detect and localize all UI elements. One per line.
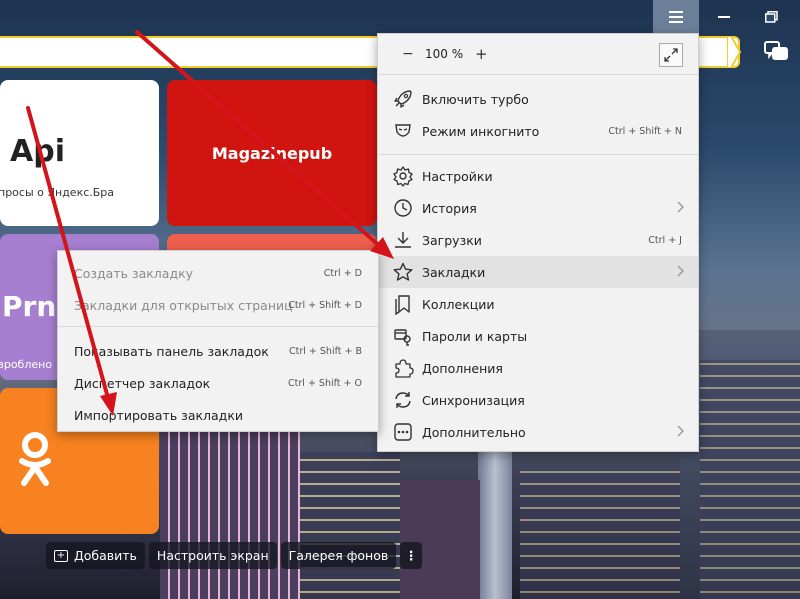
rocket-icon <box>394 90 412 108</box>
menu-item-settings[interactable]: Настройки <box>378 160 698 192</box>
zoom-level: 100 % <box>425 47 464 61</box>
menu-item-advanced[interactable]: Дополнительно <box>378 416 698 448</box>
menu-item-label: Синхронизация <box>422 393 525 408</box>
menu-item-label: Режим инкогнито <box>422 124 540 139</box>
fullscreen-icon <box>664 48 678 62</box>
feedback-icon[interactable] <box>763 38 789 64</box>
tile-caption: просы о Яндекс.Бра <box>0 186 115 199</box>
submenu-item-shortcut: Ctrl + Shift + O <box>288 378 362 389</box>
menu-item-passwords[interactable]: Пароли и карты <box>378 320 698 352</box>
submenu-item-label: Создать закладку <box>74 266 194 281</box>
menu-item-sync[interactable]: Синхронизация <box>378 384 698 416</box>
submenu-item-label: Диспетчер закладок <box>74 376 211 391</box>
menu-item-label: Включить турбо <box>422 92 529 107</box>
menu-item-shortcut: Ctrl + Shift + N <box>608 126 682 137</box>
odnoklassniki-logo-icon <box>19 432 51 486</box>
submenu-item-shortcut: Ctrl + Shift + D <box>288 300 362 311</box>
menu-item-turbo[interactable]: Включить турбо <box>378 83 698 115</box>
menu-item-extensions[interactable]: Дополнения <box>378 352 698 384</box>
address-arrow-icon[interactable] <box>727 36 741 68</box>
chevron-right-icon <box>677 425 684 437</box>
menu-item-collections[interactable]: Коллекции <box>378 288 698 320</box>
menu-item-label: Закладки <box>422 265 486 280</box>
menu-item-label: Пароли и карты <box>422 329 528 344</box>
tile-api[interactable]: Api просы о Яндекс.Бра <box>0 80 159 226</box>
submenu-item-import-bookmarks[interactable]: Импортировать закладки <box>58 399 378 431</box>
chevron-right-icon <box>677 265 684 277</box>
bottom-toolbar: + Добавить Настроить экран Галерея фонов… <box>46 542 423 569</box>
plus-icon: + <box>54 549 68 562</box>
collections-icon <box>395 295 410 315</box>
background-gallery-label: Галерея фонов <box>288 548 389 563</box>
submenu-item-bookmark-manager[interactable]: Диспетчер закладок Ctrl + Shift + O <box>58 367 378 399</box>
chevron-right-icon <box>677 201 684 213</box>
tile-title: Api <box>10 134 65 169</box>
tile-title: Magazinepub <box>211 144 333 163</box>
zoom-out-button[interactable]: − <box>402 46 414 62</box>
background-gallery-button[interactable]: Галерея фонов <box>280 542 397 569</box>
more-dots-icon <box>394 423 412 441</box>
menu-item-bookmarks[interactable]: Закладки <box>378 256 698 288</box>
submenu-item-label: Импортировать закладки <box>74 408 243 423</box>
download-icon <box>395 232 411 248</box>
more-options-button[interactable]: ⋮ <box>400 542 423 569</box>
menu-item-label: Дополнения <box>422 361 503 376</box>
submenu-item-show-bookmarks-bar[interactable]: Показывать панель закладок Ctrl + Shift … <box>58 335 378 367</box>
menu-divider <box>378 154 698 155</box>
tile-title: Prn <box>2 290 57 323</box>
customize-screen-button[interactable]: Настроить экран <box>148 542 277 569</box>
menu-item-label: Дополнительно <box>422 425 526 440</box>
menu-item-incognito[interactable]: Режим инкогнито Ctrl + Shift + N <box>378 115 698 147</box>
submenu-item-create-bookmark[interactable]: Создать закладку Ctrl + D <box>58 257 378 289</box>
menu-item-label: Загрузки <box>422 233 482 248</box>
menu-item-downloads[interactable]: Загрузки Ctrl + J <box>378 224 698 256</box>
menu-item-label: Настройки <box>422 169 493 184</box>
tile-magazinepub[interactable]: Magazinepub <box>167 80 377 226</box>
gear-icon <box>393 166 413 187</box>
menu-divider <box>378 74 698 75</box>
puzzle-icon <box>395 359 414 378</box>
add-tile-button[interactable]: + Добавить <box>46 542 145 569</box>
submenu-item-shortcut: Ctrl + Shift + B <box>288 346 362 357</box>
zoom-in-button[interactable]: + <box>475 45 488 63</box>
submenu-item-shortcut: Ctrl + D <box>323 268 362 279</box>
customize-screen-label: Настроить экран <box>156 548 269 563</box>
title-bar <box>0 0 800 34</box>
key-card-icon <box>394 329 411 346</box>
fullscreen-button[interactable] <box>659 43 683 67</box>
minimize-icon[interactable] <box>701 0 747 34</box>
more-dots-icon: ⋮ <box>405 548 418 563</box>
zoom-row: − 100 % + <box>378 34 698 74</box>
clock-icon <box>394 199 412 217</box>
sync-icon <box>395 392 411 408</box>
browser-main-menu: − 100 % + Включить турбо Режим инкогнито… <box>377 33 699 452</box>
submenu-item-bookmark-open-pages[interactable]: Закладки для открытых страниц Ctrl + Shi… <box>58 289 378 321</box>
incognito-mask-icon <box>395 124 411 137</box>
menu-item-shortcut: Ctrl + J <box>648 235 682 246</box>
menu-item-label: История <box>422 201 477 216</box>
bookmarks-submenu: Создать закладку Ctrl + D Закладки для о… <box>57 250 379 432</box>
menu-item-label: Коллекции <box>422 297 495 312</box>
submenu-item-label: Показывать панель закладок <box>74 344 269 359</box>
tile-caption: зроблено <box>0 358 53 371</box>
menu-item-history[interactable]: История <box>378 192 698 224</box>
star-icon <box>393 262 413 281</box>
submenu-item-label: Закладки для открытых страниц <box>74 298 293 313</box>
hamburger-icon[interactable] <box>653 0 699 34</box>
add-tile-label: Добавить <box>74 548 137 563</box>
restore-icon[interactable] <box>748 0 794 34</box>
submenu-divider <box>58 326 378 327</box>
